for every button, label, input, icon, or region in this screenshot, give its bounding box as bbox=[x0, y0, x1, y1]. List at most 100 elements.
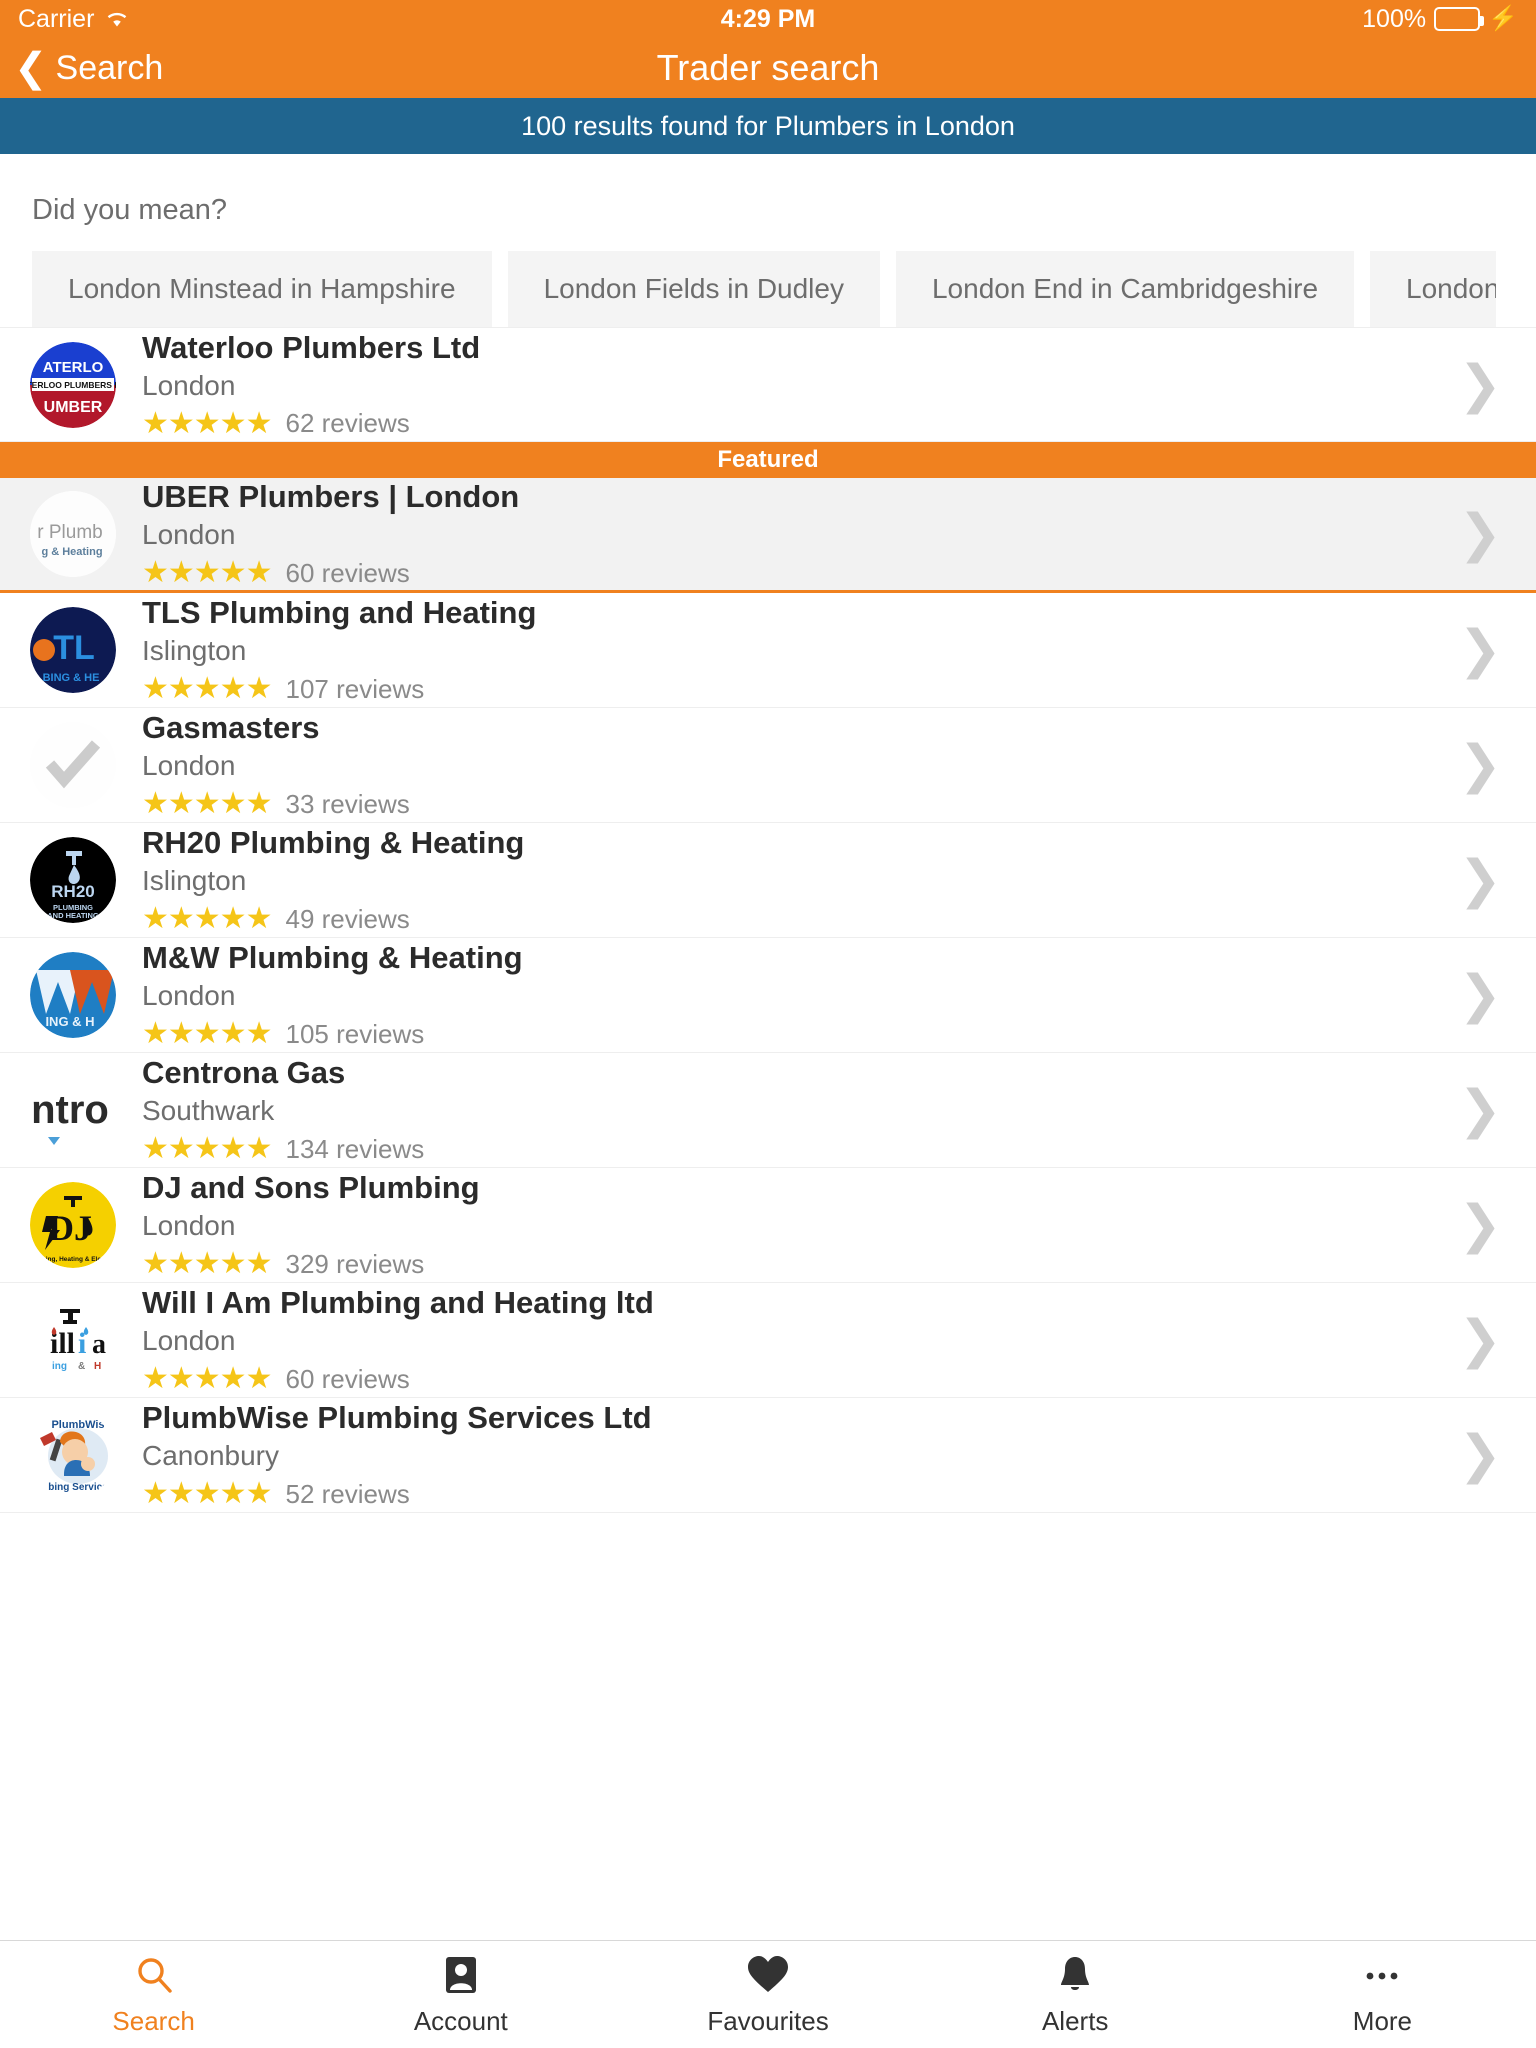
chevron-right-icon: ❯ bbox=[1458, 355, 1502, 414]
svg-text:UMBER: UMBER bbox=[44, 399, 103, 416]
table-row[interactable]: ATERLO TERLOO PLUMBERS L UMBER Waterloo … bbox=[0, 327, 1536, 442]
table-row[interactable]: DJ Plumbing, Heating & Electrical DJ and… bbox=[0, 1168, 1536, 1283]
trader-results-list: ATERLO TERLOO PLUMBERS L UMBER Waterloo … bbox=[0, 327, 1536, 1513]
trader-location: Islington bbox=[142, 635, 247, 667]
table-row[interactable]: Gasmasters London ★★★★★ 33 reviews ❯ bbox=[0, 708, 1536, 823]
chevron-right-icon: ❯ bbox=[1458, 736, 1502, 794]
review-count: 60 reviews bbox=[285, 557, 410, 588]
tab-alerts-label: Alerts bbox=[1041, 2006, 1109, 2036]
chevron-right-icon: ❯ bbox=[1458, 1426, 1502, 1484]
svg-text:a: a bbox=[92, 1329, 106, 1360]
review-count: 134 reviews bbox=[285, 1133, 425, 1164]
trader-name: DJ and Sons Plumbing bbox=[142, 1170, 480, 1206]
clock: 4:29 PM bbox=[720, 4, 816, 33]
suggestion-chip[interactable]: London Fields in Dudley bbox=[507, 251, 880, 327]
star-rating: ★★★★★ bbox=[142, 1477, 272, 1511]
svg-text:TERLOO PLUMBERS L: TERLOO PLUMBERS L bbox=[30, 380, 116, 390]
svg-text:TL: TL bbox=[53, 629, 95, 667]
back-button[interactable]: ❮ Search bbox=[0, 48, 163, 88]
gasmasters-logo bbox=[30, 722, 116, 808]
suggestion-chip[interactable]: London Coln bbox=[1370, 251, 1497, 327]
svg-text:r Plumb: r Plumb bbox=[37, 522, 102, 543]
chevron-left-icon: ❮ bbox=[14, 46, 48, 90]
review-count: 49 reviews bbox=[285, 903, 410, 934]
tab-more-label: More bbox=[1352, 2006, 1413, 2036]
uber-plumbers-logo: r Plumb g & Heating bbox=[30, 491, 116, 577]
rating-line: ★★★★★ 60 reviews bbox=[142, 1364, 1438, 1395]
table-row[interactable]: ill i a ing & H Will I Am Plumbing and H… bbox=[0, 1283, 1536, 1398]
trader-info: M&W Plumbing & Heating London ★★★★★ 105 … bbox=[116, 940, 1438, 1049]
review-count: 329 reviews bbox=[285, 1248, 425, 1279]
plumbwise-logo: PlumbWis bing Service bbox=[30, 1412, 116, 1498]
star-rating: ★★★★★ bbox=[142, 1362, 272, 1396]
trader-info: Waterloo Plumbers Ltd London ★★★★★ 62 re… bbox=[116, 330, 1438, 439]
tab-search[interactable]: Search bbox=[0, 1941, 307, 2048]
trader-name: PlumbWise Plumbing Services Ltd bbox=[142, 1400, 652, 1436]
trader-info: UBER Plumbers | London London ★★★★★ 60 r… bbox=[116, 479, 1438, 588]
mw-plumbing-logo: ING & H bbox=[30, 952, 116, 1038]
rating-line: ★★★★★ 62 reviews bbox=[142, 408, 1438, 439]
ellipsis-icon bbox=[1360, 1952, 1404, 1998]
trader-name: UBER Plumbers | London bbox=[142, 479, 520, 515]
rating-line: ★★★★★ 329 reviews bbox=[142, 1249, 1438, 1280]
table-row[interactable]: PlumbWis bing Service PlumbWise Plumbing… bbox=[0, 1398, 1536, 1513]
svg-text:PlumbWis: PlumbWis bbox=[51, 1419, 104, 1431]
svg-text:bing Service: bing Service bbox=[48, 1482, 108, 1493]
did-you-mean-title: Did you mean? bbox=[32, 194, 228, 226]
heart-icon bbox=[746, 1952, 790, 1998]
table-row[interactable]: TL BING & HE TLS Plumbing and Heating Is… bbox=[0, 593, 1536, 708]
svg-text:H: H bbox=[94, 1361, 101, 1372]
trader-name: Waterloo Plumbers Ltd bbox=[142, 329, 481, 365]
tls-plumbing-logo: TL BING & HE bbox=[30, 607, 116, 693]
review-count: 62 reviews bbox=[285, 408, 410, 439]
trader-name: RH20 Plumbing & Heating bbox=[142, 825, 525, 861]
rating-line: ★★★★★ 134 reviews bbox=[142, 1134, 1438, 1165]
svg-text:ING & H: ING & H bbox=[45, 1014, 94, 1029]
star-rating: ★★★★★ bbox=[142, 406, 272, 440]
tab-account[interactable]: Account bbox=[307, 1941, 614, 2048]
trader-name: M&W Plumbing & Heating bbox=[142, 940, 523, 976]
trader-info: Gasmasters London ★★★★★ 33 reviews bbox=[116, 710, 1438, 819]
featured-label: Featured bbox=[717, 446, 819, 473]
review-count: 52 reviews bbox=[285, 1478, 410, 1509]
trader-name: Gasmasters bbox=[142, 710, 320, 746]
trader-info: Centrona Gas Southwark ★★★★★ 134 reviews bbox=[116, 1055, 1438, 1164]
rating-line: ★★★★★ 105 reviews bbox=[142, 1019, 1438, 1050]
svg-text:Plumbing, Heating & Electrical: Plumbing, Heating & Electrical bbox=[30, 1256, 116, 1263]
svg-text:BING & HE: BING & HE bbox=[43, 672, 100, 684]
rating-line: ★★★★★ 49 reviews bbox=[142, 904, 1438, 935]
table-row[interactable]: RH20 PLUMBING AND HEATING RH20 Plumbing … bbox=[0, 823, 1536, 938]
trader-location: London bbox=[142, 1210, 236, 1242]
suggestion-chip[interactable]: London End in Cambridgeshire bbox=[895, 251, 1355, 327]
tab-account-label: Account bbox=[413, 2006, 508, 2036]
svg-text:g & Heating: g & Heating bbox=[41, 546, 102, 558]
tab-more[interactable]: More bbox=[1229, 1941, 1536, 2048]
chevron-right-icon: ❯ bbox=[1458, 1311, 1502, 1369]
centrona-gas-logo: ntro bbox=[30, 1067, 116, 1153]
table-row[interactable]: r Plumb g & Heating UBER Plumbers | Lond… bbox=[0, 478, 1536, 593]
review-count: 107 reviews bbox=[285, 673, 425, 704]
rating-line: ★★★★★ 52 reviews bbox=[142, 1479, 1438, 1510]
waterloo-plumbers-logo: ATERLO TERLOO PLUMBERS L UMBER bbox=[30, 341, 116, 428]
dj-and-sons-logo: DJ Plumbing, Heating & Electrical bbox=[30, 1182, 116, 1268]
tab-favourites[interactable]: Favourites bbox=[614, 1941, 921, 2048]
svg-text:ing: ing bbox=[52, 1361, 67, 1372]
will-i-am-plumbing-logo: ill i a ing & H bbox=[30, 1297, 116, 1383]
rating-line: ★★★★★ 60 reviews bbox=[142, 558, 1438, 589]
table-row[interactable]: ntro Centrona Gas Southwark ★★★★★ 134 re… bbox=[0, 1053, 1536, 1168]
star-rating: ★★★★★ bbox=[142, 787, 272, 821]
suggestion-chip[interactable]: London Minstead in Hampshire bbox=[32, 251, 492, 327]
nav-bar: ❮ Search Trader search bbox=[0, 38, 1536, 98]
tab-alerts[interactable]: Alerts bbox=[922, 1941, 1229, 2048]
svg-text:ntro: ntro bbox=[31, 1088, 109, 1132]
trader-location: London bbox=[142, 980, 236, 1012]
trader-info: DJ and Sons Plumbing London ★★★★★ 329 re… bbox=[116, 1170, 1438, 1279]
review-count: 105 reviews bbox=[285, 1018, 425, 1049]
table-row[interactable]: ING & H M&W Plumbing & Heating London ★★… bbox=[0, 938, 1536, 1053]
trader-location: Canonbury bbox=[142, 1440, 279, 1472]
trader-location: London bbox=[142, 369, 236, 401]
chevron-right-icon: ❯ bbox=[1458, 621, 1502, 679]
suggestion-chips-row[interactable]: London Minstead in Hampshire London Fiel… bbox=[0, 251, 1536, 327]
svg-text:AND HEATING: AND HEATING bbox=[47, 911, 99, 920]
rh20-plumbing-logo: RH20 PLUMBING AND HEATING bbox=[30, 837, 116, 923]
